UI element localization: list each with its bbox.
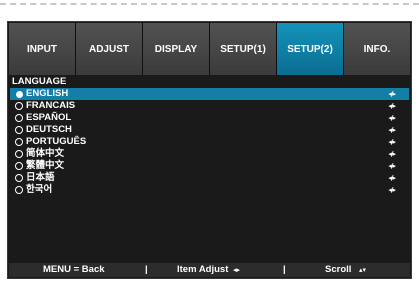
language-option-francais[interactable]: FRANCAIS ◂/▸ xyxy=(10,100,409,112)
left-right-arrow-icon: ◂/▸ xyxy=(388,138,396,146)
menu-back-hint: MENU = Back xyxy=(43,264,105,275)
language-option-deutsch[interactable]: DEUTSCH ◂/▸ xyxy=(10,124,409,136)
left-right-arrow-icon: ◂/▸ xyxy=(388,102,396,110)
tab-label: DISPLAY xyxy=(154,43,198,55)
up-down-arrow-icon: ▴▾ xyxy=(359,266,367,274)
language-label: 简体中文 xyxy=(26,148,65,159)
radio-icon xyxy=(15,186,23,194)
tab-info[interactable]: INFO. xyxy=(344,23,410,75)
radio-icon xyxy=(15,102,23,110)
language-option-simplified-chinese[interactable]: 简体中文 ◂/▸ xyxy=(10,148,409,160)
radio-icon xyxy=(15,126,23,134)
language-option-english[interactable]: ENGLISH ◂/▸ xyxy=(10,88,409,100)
left-right-arrow-icon: ◂/▸ xyxy=(388,126,396,134)
tab-label: ADJUST xyxy=(88,43,129,55)
separator: | xyxy=(145,264,148,275)
language-label: DEUTSCH xyxy=(26,124,72,135)
left-right-arrow-icon: ◂/▸ xyxy=(388,114,396,122)
left-right-arrow-icon: ◂/▸ xyxy=(388,150,396,158)
tab-adjust[interactable]: ADJUST xyxy=(76,23,142,75)
radio-icon xyxy=(15,162,23,170)
left-right-arrow-icon: ◂/▸ xyxy=(388,186,396,194)
left-right-arrow-icon: ◂/▸ xyxy=(388,90,396,98)
left-right-arrow-icon: ◂/▸ xyxy=(388,174,396,182)
tab-setup2[interactable]: SETUP(2) xyxy=(277,23,343,75)
language-label: FRANCAIS xyxy=(26,100,76,111)
tab-display[interactable]: DISPLAY xyxy=(143,23,209,75)
item-adjust-hint: Item Adjust xyxy=(177,264,229,275)
radio-icon xyxy=(15,138,23,146)
radio-selected-icon xyxy=(16,91,23,98)
language-label: 日本語 xyxy=(26,172,55,183)
language-label: ENGLISH xyxy=(26,88,69,99)
radio-icon xyxy=(15,150,23,158)
footer-help-bar: MENU = Back | Item Adjust ◂▸ | Scroll ▴▾ xyxy=(9,263,410,277)
language-label: ESPAÑOL xyxy=(26,112,72,123)
language-label: 한국어 xyxy=(26,184,53,195)
tab-setup1[interactable]: SETUP(1) xyxy=(210,23,276,75)
top-dashed-border xyxy=(0,3,419,5)
language-label: 繁體中文 xyxy=(26,160,65,171)
language-label: PORTUGUÊS xyxy=(26,136,87,147)
separator: | xyxy=(283,264,286,275)
tab-input[interactable]: INPUT xyxy=(9,23,75,75)
left-right-arrow-icon: ◂/▸ xyxy=(388,162,396,170)
language-option-japanese[interactable]: 日本語 ◂/▸ xyxy=(10,172,409,184)
section-title: LANGUAGE xyxy=(12,76,67,87)
tab-label: SETUP(1) xyxy=(220,43,266,55)
language-option-espanol[interactable]: ESPAÑOL ◂/▸ xyxy=(10,112,409,124)
tab-label: INPUT xyxy=(27,43,57,55)
language-option-portugues[interactable]: PORTUGUÊS ◂/▸ xyxy=(10,136,409,148)
scroll-hint: Scroll xyxy=(325,264,352,275)
language-option-korean[interactable]: 한국어 ◂/▸ xyxy=(10,184,409,196)
tab-label: SETUP(2) xyxy=(287,43,333,55)
radio-icon xyxy=(15,114,23,122)
language-option-traditional-chinese[interactable]: 繁體中文 ◂/▸ xyxy=(10,160,409,172)
radio-icon xyxy=(15,174,23,182)
osd-menu: INPUT ADJUST DISPLAY SETUP(1) SETUP(2) I… xyxy=(7,21,412,279)
tab-label: INFO. xyxy=(363,43,391,55)
language-list: ENGLISH ◂/▸ FRANCAIS ◂/▸ ESPAÑOL ◂/▸ DEU… xyxy=(10,88,409,196)
left-right-arrow-icon: ◂▸ xyxy=(233,266,241,274)
tab-bar: INPUT ADJUST DISPLAY SETUP(1) SETUP(2) I… xyxy=(9,23,410,75)
